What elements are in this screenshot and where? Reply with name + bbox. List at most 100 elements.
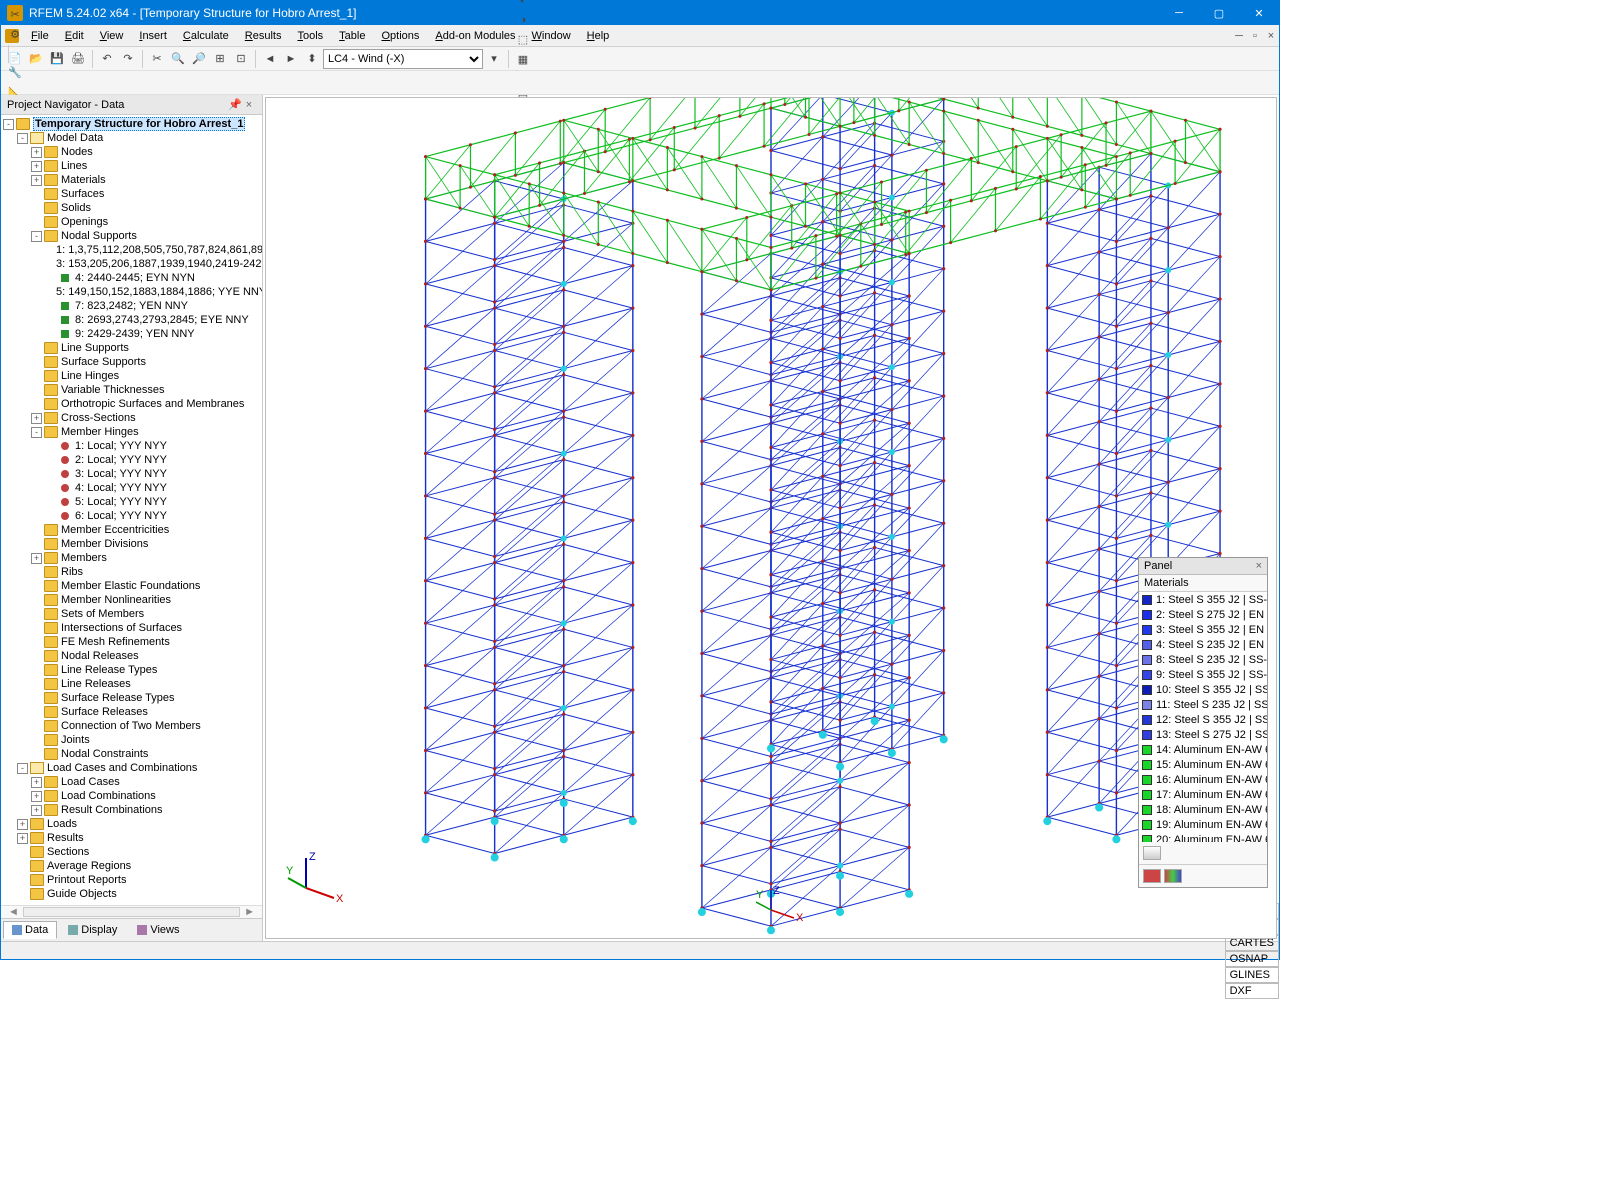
tree-item[interactable]: FE Mesh Refinements [31,635,260,649]
tree-item[interactable]: Member Elastic Foundations [31,579,260,593]
dd-icon[interactable]: ▾ [484,49,504,69]
tree-item[interactable]: Variable Thicknesses [31,383,260,397]
panel-mode-icon[interactable] [1143,846,1161,860]
tree-item[interactable]: -Load Cases and Combinations [17,761,260,775]
panel-close-icon[interactable]: × [1256,560,1262,572]
tree-item[interactable]: Intersections of Surfaces [31,621,260,635]
model-viewport[interactable]: Z X Y Z X Y Panel× Materials 1: Steel S … [265,97,1277,939]
tree-item[interactable]: -Member Hinges [31,425,260,439]
undo-icon[interactable]: ↶ [97,49,117,69]
tab-display[interactable]: Display [59,921,126,939]
tree-item[interactable]: Joints [31,733,260,747]
tree-item[interactable]: 3: Local; YYY NYY [45,467,260,481]
tree-item[interactable]: 9: 2429-2439; YEN NNY [45,327,260,341]
minimize-button[interactable]: ─ [1159,1,1199,25]
tree-item[interactable]: +Cross-Sections [31,411,260,425]
tree-item[interactable]: Surface Supports [31,355,260,369]
tree-item[interactable]: +Nodes [31,145,260,159]
toolbar-icon[interactable]: ▦ [513,50,533,70]
menu-insert[interactable]: Insert [131,28,175,44]
palette-icon[interactable] [1143,869,1161,883]
tree-item[interactable]: Line Hinges [31,369,260,383]
menu-tools[interactable]: Tools [289,28,331,44]
tree-item[interactable]: Guide Objects [17,887,260,901]
menu-calculate[interactable]: Calculate [175,28,237,44]
materials-list[interactable]: 1: Steel S 355 J2 | SS-EN2: Steel S 275 … [1139,592,1267,842]
tree-item[interactable]: Nodal Releases [31,649,260,663]
tree-item[interactable]: Orthotropic Surfaces and Membranes [31,397,260,411]
material-row[interactable]: 2: Steel S 275 J2 | EN 10 [1139,607,1267,622]
material-row[interactable]: 3: Steel S 355 J2 | EN 10 [1139,622,1267,637]
tree-item[interactable]: Openings [31,215,260,229]
tree-item[interactable]: Printout Reports [17,873,260,887]
tree-item[interactable]: 8: 2693,2743,2793,2845; EYE NNY [45,313,260,327]
menu-results[interactable]: Results [237,28,290,44]
material-row[interactable]: 14: Aluminum EN-AW 60 [1139,742,1267,757]
tree-item[interactable]: 5: Local; YYY NYY [45,495,260,509]
tree-item[interactable]: Nodal Constraints [31,747,260,761]
tool-icon[interactable]: 🔎 [189,49,209,69]
status-dxf[interactable]: DXF [1225,983,1279,999]
toolbar-icon[interactable]: ⚙ [5,25,25,45]
tree-item[interactable]: 1: Local; YYY NYY [45,439,260,453]
menu-file[interactable]: File [23,28,57,44]
material-row[interactable]: 19: Aluminum EN-AW 60 [1139,817,1267,832]
status-glines[interactable]: GLINES [1225,967,1279,983]
menu-edit[interactable]: Edit [57,28,92,44]
tree-item[interactable]: 6: Local; YYY NYY [45,509,260,523]
material-row[interactable]: 10: Steel S 355 J2 | SS-E [1139,682,1267,697]
material-row[interactable]: 18: Aluminum EN-AW 60 [1139,802,1267,817]
print-icon[interactable]: 🖨 [68,49,88,69]
tree-item[interactable]: +Loads [17,817,260,831]
tree-item[interactable]: +Load Combinations [31,789,260,803]
material-row[interactable]: 8: Steel S 235 J2 | SS-EN [1139,652,1267,667]
tree-item[interactable]: Sets of Members [31,607,260,621]
tab-views[interactable]: Views [128,921,188,939]
close-panel-icon[interactable]: × [242,99,256,111]
tool-icon[interactable]: 🔍 [168,49,188,69]
tree-item[interactable]: Member Nonlinearities [31,593,260,607]
toolbar-icon[interactable]: ⬚ [513,30,533,50]
tree-item[interactable]: 7: 823,2482; YEN NNY [45,299,260,313]
tree-item[interactable]: 2: Local; YYY NYY [45,453,260,467]
tree-item[interactable]: -Model Data [17,131,260,145]
tree-item[interactable]: Average Regions [17,859,260,873]
tree-item[interactable]: Sections [17,845,260,859]
menu-add-on-modules[interactable]: Add-on Modules [427,28,523,44]
material-row[interactable]: 1: Steel S 355 J2 | SS-EN [1139,592,1267,607]
material-row[interactable]: 12: Steel S 355 J2 | SS-E [1139,712,1267,727]
material-row[interactable]: 11: Steel S 235 J2 | SS-E [1139,697,1267,712]
load-prev-icon[interactable]: ◄ [260,49,280,69]
tree-item[interactable]: 4: 2440-2445; EYN NYN [45,271,260,285]
tool-icon[interactable]: ✂ [147,49,167,69]
tree-item[interactable]: +Load Cases [31,775,260,789]
load-icon[interactable]: ⬍ [302,49,322,69]
tree-item[interactable]: 1: 1,3,75,112,208,505,750,787,824,861,89… [45,243,260,257]
status-osnap[interactable]: OSNAP [1225,951,1279,967]
tree-item[interactable]: -Temporary Structure for Hobro Arrest_1 [3,117,260,131]
close-button[interactable]: ✕ [1239,1,1279,25]
loadcase-select[interactable]: LC4 - Wind (-X) [323,49,483,69]
tree-item[interactable]: +Lines [31,159,260,173]
material-row[interactable]: 13: Steel S 275 J2 | SS-E [1139,727,1267,742]
tree-item[interactable]: 4: Local; YYY NYY [45,481,260,495]
tree-item[interactable]: Surface Release Types [31,691,260,705]
pin-icon[interactable]: 📌 [228,98,242,111]
navigator-tree[interactable]: -Temporary Structure for Hobro Arrest_1-… [1,115,262,905]
toolbar-icon[interactable]: ◑ [513,10,533,30]
toolbar-icon[interactable]: ✂ [5,5,25,25]
tree-item[interactable]: +Members [31,551,260,565]
palette-icon[interactable] [1164,869,1182,883]
tree-item[interactable]: +Materials [31,173,260,187]
tree-item[interactable]: 5: 149,150,152,1883,1884,1886; YYE NNY [45,285,260,299]
load-next-icon[interactable]: ► [281,49,301,69]
menu-options[interactable]: Options [373,28,427,44]
tab-data[interactable]: Data [3,921,57,939]
tree-item[interactable]: Line Supports [31,341,260,355]
tree-item[interactable]: +Result Combinations [31,803,260,817]
menu-view[interactable]: View [92,28,132,44]
toolbar-icon[interactable]: 🔧 [5,63,25,83]
tree-item[interactable]: Surfaces [31,187,260,201]
tree-item[interactable]: Line Release Types [31,663,260,677]
material-row[interactable]: 20: Aluminum EN-AW 60 [1139,832,1267,842]
